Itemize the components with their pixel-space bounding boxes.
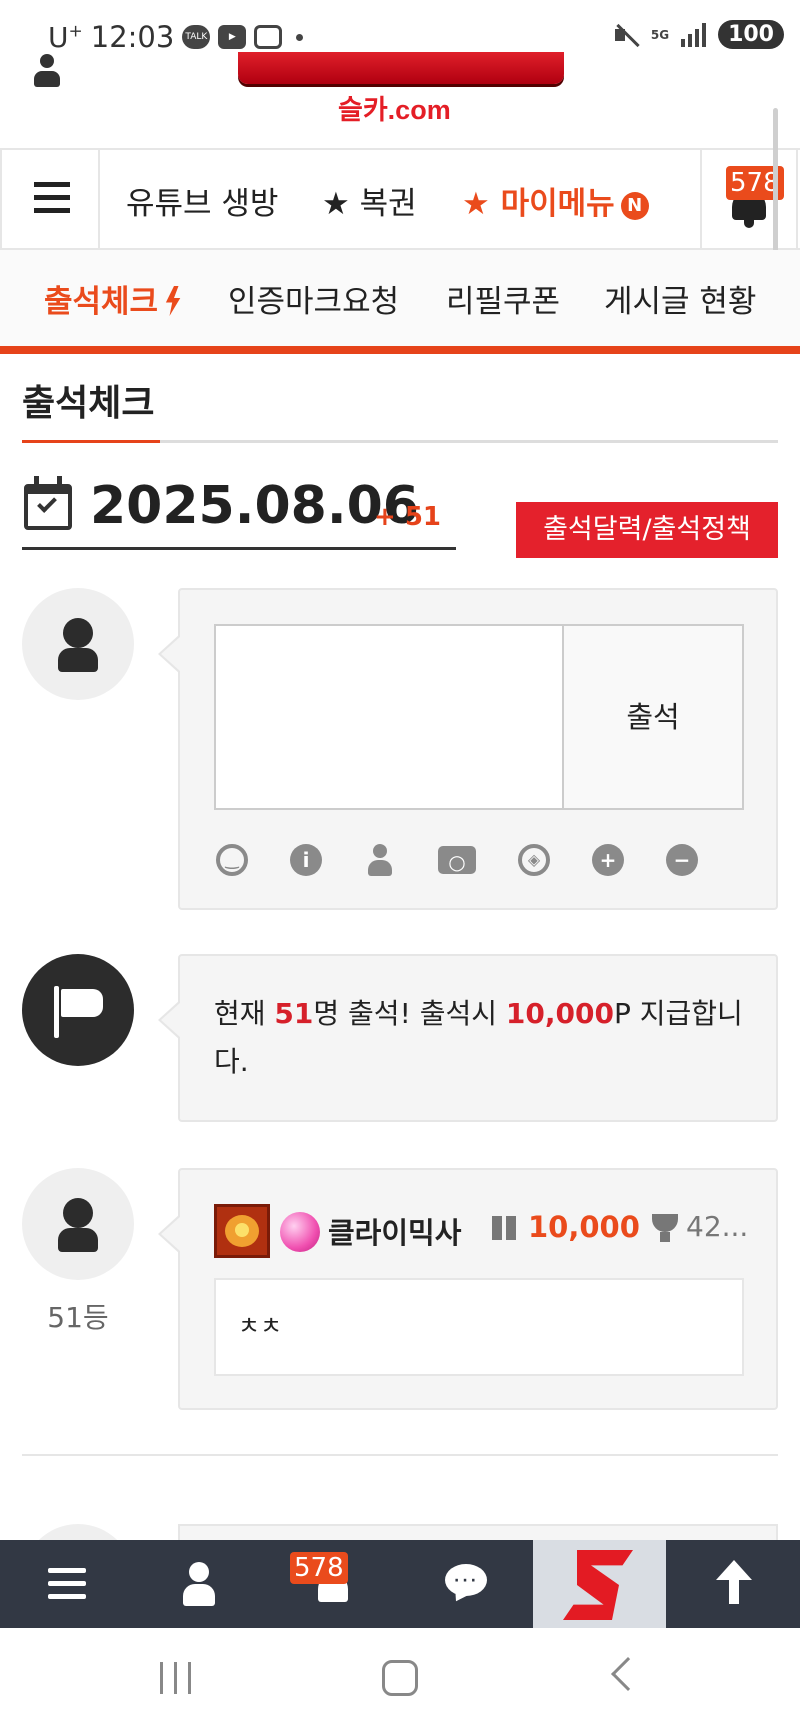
attendance-date: 2025.08.06 (90, 476, 419, 536)
bottom-menu-button[interactable] (0, 1540, 133, 1628)
home-icon[interactable] (382, 1660, 418, 1696)
entry-username[interactable]: 클라이믹사 (328, 1210, 461, 1252)
main-nav: 유튜브 생방 ★ 복권 ★ 마이메뉴 N 578 (0, 148, 800, 250)
subnav-item-attendance-label: 출석체크 (44, 284, 159, 320)
gem-icon (280, 1212, 320, 1252)
attendance-comment-input[interactable] (214, 624, 564, 810)
hamburger-icon (48, 1568, 86, 1607)
nav-item-my-menu-label: ★ 마이메뉴 (462, 186, 615, 222)
site-logo-graphic[interactable] (238, 52, 564, 90)
scroll-top-button[interactable] (666, 1540, 800, 1628)
subnav-item-refill-coupon[interactable]: 리필쿠폰 (446, 276, 560, 321)
calendar-notification-icon (254, 25, 283, 49)
trophy-icon (652, 1214, 678, 1242)
status-left: U+ 12:03 TALK ▶ (48, 20, 304, 54)
notifications-button[interactable]: 578 (700, 150, 798, 248)
nav-item-lottery[interactable]: ★ 복권 (322, 178, 417, 223)
recent-apps-icon[interactable] (160, 1662, 192, 1694)
flag-icon (54, 986, 106, 1038)
site-logo-text[interactable]: 슬카.com (338, 88, 451, 127)
hamburger-icon (34, 182, 70, 221)
sub-nav: 출석체크 인증마크요청 리필쿠폰 게시글 현황 (0, 250, 800, 354)
arrow-up-icon (716, 1560, 752, 1604)
subnav-item-attendance[interactable]: 출석체크 (44, 276, 182, 321)
youtube-icon: ▶ (218, 25, 247, 49)
notice-points: 10,000 (505, 997, 614, 1030)
kakaotalk-icon: TALK (182, 25, 211, 49)
back-icon[interactable] (611, 1657, 645, 1691)
new-badge: N (620, 191, 649, 220)
user-icon[interactable] (364, 844, 396, 876)
entry-divider (22, 1454, 778, 1456)
gift-icon (492, 1216, 516, 1240)
carrier-label: U+ (48, 20, 83, 54)
bottom-notification-count: 578 (290, 1552, 348, 1584)
entry-avatar[interactable] (22, 1168, 134, 1280)
entry-points: 10,000 (528, 1210, 640, 1244)
lightning-icon (165, 286, 181, 316)
more-notifications-dot (296, 33, 304, 41)
attendance-submit-button[interactable]: 출석 (564, 624, 744, 810)
attendance-count: + 51 (374, 502, 442, 532)
level-badge-icon (214, 1204, 270, 1258)
camera-icon[interactable]: ○ (438, 846, 476, 874)
my-avatar (22, 588, 134, 700)
notice-prefix: 현재 (214, 997, 275, 1030)
menu-button[interactable] (0, 150, 100, 248)
title-divider (22, 440, 778, 443)
entry-user-row: 클라이믹사 10,000 42... (214, 1204, 754, 1258)
plus-circle-icon[interactable]: + (592, 844, 624, 876)
nav-item-my-menu[interactable]: ★ 마이메뉴 N (462, 178, 649, 223)
compass-icon[interactable]: ◈ (518, 844, 550, 876)
attendance-notice: 현재 51명 출석! 출석시 10,000P 지급합니다. (214, 990, 754, 1086)
attendance-form-card: 출석 ‿ i ○ ◈ + − (158, 588, 778, 910)
entry-rank-value: 42... (686, 1210, 749, 1243)
info-icon[interactable]: i (290, 844, 322, 876)
login-user-icon[interactable] (32, 54, 62, 92)
bottom-profile-button[interactable] (133, 1540, 266, 1628)
bottom-notifications-button[interactable]: 578 (266, 1540, 399, 1628)
bottom-home-logo-button[interactable] (533, 1540, 666, 1628)
calendar-check-icon (24, 476, 72, 530)
notice-flag-avatar (22, 954, 134, 1066)
notice-count: 51 (274, 997, 314, 1030)
status-right: 5G 100 (613, 20, 784, 49)
notice-mid: 명 출석! 출석시 (313, 997, 506, 1030)
system-nav-bar (0, 1628, 800, 1734)
page-title: 출석체크 (22, 383, 155, 424)
status-time: 12:03 (90, 20, 175, 54)
bottom-toolbar: 578 ··· (0, 1540, 800, 1628)
network-type: 5G (650, 27, 670, 42)
bottom-chat-button[interactable]: ··· (399, 1540, 532, 1628)
subnav-item-post-status[interactable]: 게시글 현황 (604, 276, 756, 321)
signal-icon (681, 22, 707, 47)
entry-rank: 51등 (47, 1301, 109, 1334)
comment-toolbar: ‿ i ○ ◈ + − (216, 844, 698, 876)
site-s-logo-icon (563, 1550, 633, 1620)
date-row: 2025.08.06 + 51 (22, 476, 456, 550)
mute-icon (613, 22, 639, 48)
notice-card: 현재 51명 출석! 출석시 10,000P 지급합니다. (158, 954, 778, 1122)
attendance-policy-button[interactable]: 출석달력/출석정책 (516, 502, 778, 558)
battery-level: 100 (718, 20, 784, 49)
smile-icon[interactable]: ‿ (216, 844, 248, 876)
entry-card: 클라이믹사 10,000 42... ㅊㅊ (158, 1168, 778, 1410)
nav-item-youtube-live[interactable]: 유튜브 생방 (126, 178, 278, 223)
user-icon (189, 1562, 209, 1582)
subnav-item-cert-request[interactable]: 인증마크요청 (228, 276, 399, 321)
minus-circle-icon[interactable]: − (666, 844, 698, 876)
entry-comment: ㅊㅊ (214, 1278, 744, 1376)
